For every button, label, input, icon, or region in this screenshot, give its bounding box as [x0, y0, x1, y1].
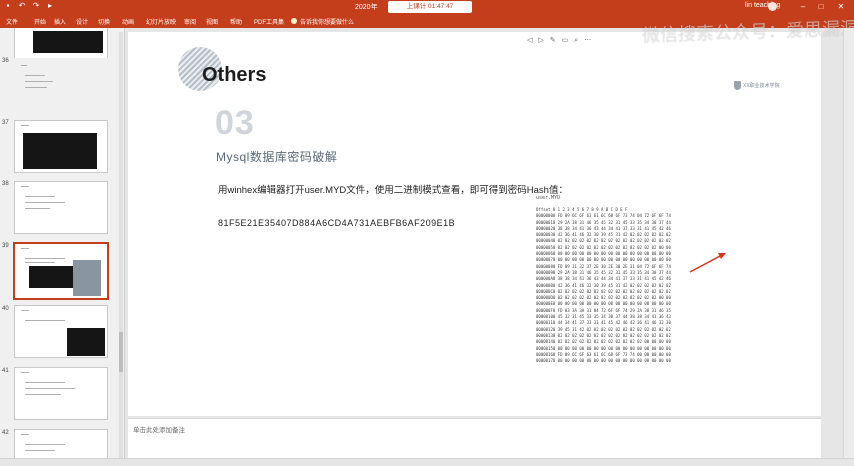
start-icon[interactable]: ▸: [46, 2, 54, 10]
lightbulb-icon: [291, 18, 297, 24]
title-bar: ▪ ↶ ↷ ▸ 2020年 上课计 01:47:47 lin teaching …: [0, 0, 854, 14]
thumbnail-text: [25, 450, 55, 451]
scrollbar-thumb[interactable]: [119, 332, 123, 372]
section-title: Mysql数据库密码破解: [216, 150, 338, 164]
hash-value: 81F5E21E35407D884A6CD4A731AEBFB6AF209E1B: [218, 218, 456, 228]
pen-icon[interactable]: ✎: [550, 36, 556, 46]
slide-canvas[interactable]: Others XX职业技术学院 03 Mysql数据库密码破解 用winhex编…: [128, 32, 821, 416]
screen-icon[interactable]: ▭: [562, 36, 569, 46]
shield-icon: [734, 81, 741, 90]
thumbnail-image: [67, 328, 105, 356]
timer-badge: 上课计 01:47:47: [388, 1, 472, 13]
tab-insert[interactable]: 插入: [54, 17, 66, 26]
section-number: 03: [215, 104, 255, 142]
presenter-toolbar: ◁ ▷ ✎ ▭ ⌕ ⋯: [527, 36, 591, 46]
slide-number: 41: [2, 368, 9, 374]
thumbnail-image: [33, 31, 103, 53]
more-icon[interactable]: ⋯: [584, 36, 591, 46]
slide-number: 38: [2, 181, 9, 187]
thumbnail-text: [21, 125, 29, 126]
thumbnail-image: [29, 266, 73, 288]
slide-thumbnail[interactable]: [14, 181, 108, 234]
arrow-icon: [689, 253, 726, 273]
description-text: 用winhex编辑器打开user.MYD文件，使用二进制模式查看，即可得到密码H…: [218, 185, 568, 196]
thumbnail-text: [25, 81, 53, 82]
thumbnail-text: [25, 262, 55, 263]
tab-transitions[interactable]: 切换: [98, 17, 110, 26]
thumbnail-text: [21, 186, 29, 187]
undo-icon[interactable]: ↶: [18, 2, 26, 10]
thumbnail-text: [25, 87, 47, 88]
previous-icon[interactable]: ◁: [527, 36, 532, 46]
redo-icon[interactable]: ↷: [32, 2, 40, 10]
thumbnail-text: [21, 372, 29, 373]
zoom-icon[interactable]: ⌕: [574, 36, 578, 46]
hex-file-header: user.MYD: [536, 195, 561, 201]
tab-pdf-tools[interactable]: PDF工具集: [254, 17, 284, 26]
slide-number: 40: [2, 306, 9, 312]
slide-number: 42: [2, 430, 9, 436]
slide-thumbnail-panel[interactable]: 36 37 38 39 40 41 42: [0, 28, 125, 466]
thumbnail-text: [25, 258, 65, 259]
thumbnail-text: [25, 394, 61, 395]
winhex-screenshot: user.MYD Offset 0 1 2 3 4 5 6 7 8 9 A B …: [536, 195, 772, 370]
school-logo: XX职业技术学院: [734, 80, 784, 92]
logo-text: XX职业技术学院: [743, 83, 780, 89]
avatar[interactable]: [768, 2, 777, 11]
maximize-button[interactable]: □: [814, 1, 828, 13]
notes-pane[interactable]: 单击此处添加备注: [128, 418, 821, 458]
thumbnail-text: [25, 320, 65, 321]
tab-slideshow[interactable]: 幻灯片放映: [146, 17, 176, 26]
tab-file[interactable]: 文件: [6, 17, 18, 26]
document-title: 2020年: [355, 4, 378, 11]
status-bar: [0, 458, 854, 466]
thumbnail-text: [21, 248, 29, 249]
tab-review[interactable]: 审阅: [184, 17, 196, 26]
minimize-button[interactable]: –: [796, 1, 810, 13]
slide-number: 39: [2, 243, 9, 249]
slide-thumbnail[interactable]: [14, 367, 108, 420]
next-icon[interactable]: ▷: [538, 36, 543, 46]
tab-design[interactable]: 设计: [76, 17, 88, 26]
thumbnail-text: [25, 196, 55, 197]
hex-row: 00000170 00 00 00 00 00 00 00 00 00 00 0…: [536, 358, 671, 364]
slide-thumbnail-active[interactable]: [13, 242, 109, 300]
slide-number: 37: [2, 120, 9, 126]
thumbnail-text: [21, 434, 29, 435]
slide-thumbnail[interactable]: [14, 305, 108, 358]
thumbnail-text: [25, 388, 75, 389]
thumbnail-text: [25, 75, 45, 76]
tab-view[interactable]: 视图: [206, 17, 218, 26]
thumbnail-text: [25, 202, 65, 203]
hex-dump: Offset 0 1 2 3 4 5 6 7 8 9 A B C D E F 00…: [536, 207, 772, 364]
thumbnail-scrollbar[interactable]: [119, 32, 123, 462]
tell-me-search[interactable]: 告诉我你想要做什么: [300, 17, 354, 26]
thumbnail-text: [25, 382, 65, 383]
quick-access-toolbar: ▪ ↶ ↷ ▸: [4, 2, 54, 10]
slide-thumbnail[interactable]: [14, 58, 108, 111]
tab-help[interactable]: 帮助: [230, 17, 242, 26]
slide-number: 36: [2, 58, 9, 64]
notes-placeholder[interactable]: 单击此处添加备注: [133, 424, 185, 434]
thumbnail-text: [25, 444, 65, 445]
thumbnail-text: [21, 65, 27, 66]
close-button[interactable]: ✕: [834, 1, 848, 13]
thumbnail-image: [73, 260, 101, 296]
thumbnail-text: [21, 310, 29, 311]
slide-thumbnail[interactable]: [14, 120, 108, 173]
slide-scrollbar[interactable]: [843, 28, 854, 458]
slide-heading: Others: [202, 64, 267, 86]
tab-animations[interactable]: 动画: [122, 17, 134, 26]
thumbnail-image: [23, 133, 97, 169]
tab-home[interactable]: 开始: [34, 17, 46, 26]
thumbnail-text: [25, 208, 50, 209]
save-icon[interactable]: ▪: [4, 2, 12, 10]
